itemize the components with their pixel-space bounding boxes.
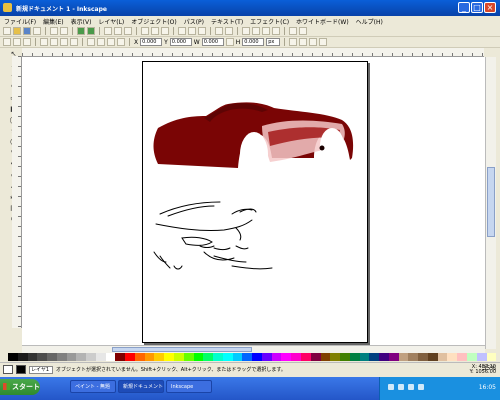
palette-swatch[interactable] xyxy=(408,353,419,361)
layer-select[interactable]: レイヤ1 xyxy=(29,365,53,374)
palette-swatch[interactable] xyxy=(300,353,311,361)
sketch-door-line xyxy=(181,236,213,246)
palette-swatch[interactable] xyxy=(447,353,458,361)
sketch-wheel-arc xyxy=(173,265,183,270)
sketch-headlight-line xyxy=(235,245,249,250)
palette-swatch[interactable] xyxy=(242,353,253,361)
palette-swatch[interactable] xyxy=(193,353,204,361)
palette-swatch[interactable] xyxy=(466,353,477,361)
volume-icon[interactable] xyxy=(398,384,404,390)
palette-swatch[interactable] xyxy=(115,353,126,361)
door-handle-dot xyxy=(319,145,325,151)
palette-swatch[interactable] xyxy=(8,353,18,361)
palette-swatch[interactable] xyxy=(213,353,223,361)
sketch-roof-line xyxy=(159,201,221,215)
sketch-accent-line xyxy=(235,227,242,241)
palette-swatch[interactable] xyxy=(340,353,350,361)
palette-swatch[interactable] xyxy=(37,353,48,361)
palette-swatch[interactable] xyxy=(427,353,438,361)
rear-wheel-well xyxy=(240,132,268,176)
sketch-front-line xyxy=(203,251,235,261)
taskbar-item-document[interactable]: 新規ドキュメント 1 xyxy=(118,380,164,393)
palette-swatch[interactable] xyxy=(437,353,448,361)
ime-icon[interactable] xyxy=(418,384,424,390)
horizontal-scroll-thumb[interactable] xyxy=(112,347,252,352)
palette-swatch[interactable] xyxy=(47,353,57,361)
palette-swatch[interactable] xyxy=(183,353,194,361)
front-wheel-well xyxy=(320,128,344,164)
palette-swatch[interactable] xyxy=(203,353,214,361)
palette-swatch[interactable] xyxy=(369,353,380,361)
palette-swatch[interactable] xyxy=(291,353,301,361)
palette-swatch[interactable] xyxy=(281,353,292,361)
system-tray: 16:05 xyxy=(379,377,500,400)
network-icon[interactable] xyxy=(388,384,394,390)
vertical-scrollbar[interactable] xyxy=(485,57,496,349)
palette-swatch[interactable] xyxy=(349,353,360,361)
palette-swatch[interactable] xyxy=(95,353,106,361)
palette-swatch[interactable] xyxy=(261,353,272,361)
artwork-layer xyxy=(153,102,354,270)
taskbar-item-paint[interactable]: ペイント - 無題 xyxy=(70,380,116,393)
palette-swatch[interactable] xyxy=(310,353,321,361)
palette-swatch[interactable] xyxy=(86,353,96,361)
vertical-scroll-thumb[interactable] xyxy=(487,167,495,237)
palette-swatch[interactable] xyxy=(388,353,399,361)
sketch-detail-line xyxy=(199,245,215,248)
palette-swatch[interactable] xyxy=(457,353,467,361)
palette-swatch[interactable] xyxy=(418,353,428,361)
sketch-window-line xyxy=(231,208,253,215)
palette-swatch[interactable] xyxy=(330,353,341,361)
sketch-rear-line xyxy=(159,255,171,269)
palette-swatch[interactable] xyxy=(174,353,184,361)
windows-flag-icon xyxy=(3,383,10,390)
palette-swatch[interactable] xyxy=(232,353,243,361)
palette-swatch[interactable] xyxy=(320,353,331,361)
horizontal-scrollbar[interactable] xyxy=(22,345,485,353)
sketch-wheel-line xyxy=(153,251,167,263)
palette-swatch[interactable] xyxy=(379,353,389,361)
palette-swatch[interactable] xyxy=(105,353,116,361)
palette-swatch[interactable] xyxy=(56,353,67,361)
status-bar: レイヤ1 オブジェクトが選択されていません。Shift+クリック、Alt+クリッ… xyxy=(0,362,500,376)
palette-swatch[interactable] xyxy=(359,353,370,361)
taskbar-item-inkscape[interactable]: Inkscape xyxy=(166,380,212,393)
palette-swatch[interactable] xyxy=(134,353,145,361)
security-icon[interactable] xyxy=(408,384,414,390)
palette-swatch[interactable] xyxy=(222,353,233,361)
start-button[interactable]: スタート xyxy=(0,379,40,395)
palette-swatch[interactable] xyxy=(398,353,409,361)
palette-swatch[interactable] xyxy=(27,353,38,361)
palette-swatch[interactable] xyxy=(125,353,135,361)
sketch-skirt-line xyxy=(231,265,273,270)
palette-swatch[interactable] xyxy=(154,353,165,361)
taskbar: スタート ペイント - 無題 新規ドキュメント 1 Inkscape 16:05 xyxy=(0,377,500,400)
fill-swatch[interactable] xyxy=(3,365,13,374)
palette-swatch[interactable] xyxy=(17,353,28,361)
clock: 16:05 xyxy=(478,384,496,391)
start-label: スタート xyxy=(12,383,40,391)
palette-swatch[interactable] xyxy=(252,353,262,361)
palette-swatch[interactable] xyxy=(476,353,487,361)
sketch-roof-inner-line xyxy=(167,205,215,217)
sketch-mirror-line xyxy=(213,247,231,250)
palette-swatch[interactable] xyxy=(486,353,497,361)
color-palette xyxy=(8,353,497,361)
status-message: オブジェクトが選択されていません。Shift+クリック、Alt+クリック、または… xyxy=(56,367,286,373)
stroke-swatch[interactable] xyxy=(16,365,26,374)
sketch-body-line xyxy=(155,219,253,232)
zoom-level[interactable]: 35% xyxy=(483,365,496,372)
palette-swatch[interactable] xyxy=(76,353,87,361)
palette-swatch[interactable] xyxy=(164,353,175,361)
palette-swatch[interactable] xyxy=(271,353,282,361)
palette-swatch[interactable] xyxy=(66,353,77,361)
palette-swatch[interactable] xyxy=(144,353,155,361)
